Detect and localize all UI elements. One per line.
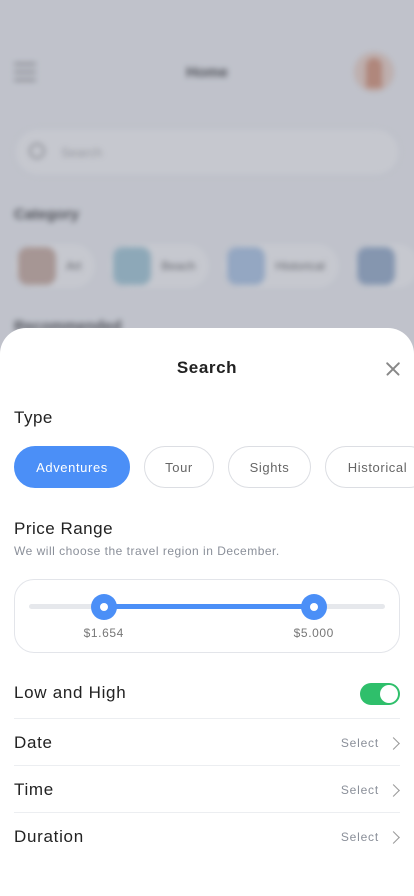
- max-price-label: $5.000: [293, 626, 334, 640]
- slider-min-handle[interactable]: [90, 594, 117, 620]
- min-price-label: $1.654: [83, 626, 124, 640]
- type-chip-sights[interactable]: Sights: [228, 446, 311, 488]
- type-chip-historical[interactable]: Historical: [325, 446, 414, 488]
- duration-value: Select: [340, 830, 379, 844]
- search-filter-sheet: Search Type Adventures Tour Sights Histo…: [0, 328, 414, 896]
- slider-track[interactable]: [29, 604, 385, 609]
- low-high-toggle[interactable]: [360, 683, 400, 705]
- type-chip-tour[interactable]: Tour: [144, 446, 214, 488]
- type-label: Type: [14, 408, 53, 427]
- price-range-label: Price Range: [14, 519, 114, 538]
- chevron-right-icon: [387, 737, 400, 750]
- slider-max-handle[interactable]: [300, 594, 327, 620]
- type-chip-adventures[interactable]: Adventures: [14, 446, 130, 488]
- date-row[interactable]: Date Select: [14, 719, 400, 766]
- close-icon[interactable]: [378, 358, 406, 380]
- time-row[interactable]: Time Select: [14, 766, 400, 813]
- type-chip-list: Adventures Tour Sights Historical: [14, 446, 414, 488]
- low-high-label: Low and High: [14, 683, 127, 702]
- date-label: Date: [14, 733, 53, 752]
- duration-row[interactable]: Duration Select: [14, 813, 400, 860]
- chevron-right-icon: [387, 784, 400, 797]
- time-value: Select: [340, 783, 379, 797]
- slider-selected-range: [103, 604, 314, 609]
- date-value: Select: [340, 736, 379, 750]
- price-range-subtitle: We will choose the travel region in Dece…: [14, 544, 280, 558]
- price-range-slider: $1.654 $5.000: [14, 579, 400, 653]
- time-label: Time: [14, 780, 54, 799]
- low-high-row: Low and High: [14, 669, 400, 719]
- sheet-grabber[interactable]: [189, 338, 225, 342]
- chevron-right-icon: [387, 831, 400, 844]
- duration-label: Duration: [14, 827, 84, 846]
- sheet-title: Search: [176, 358, 238, 377]
